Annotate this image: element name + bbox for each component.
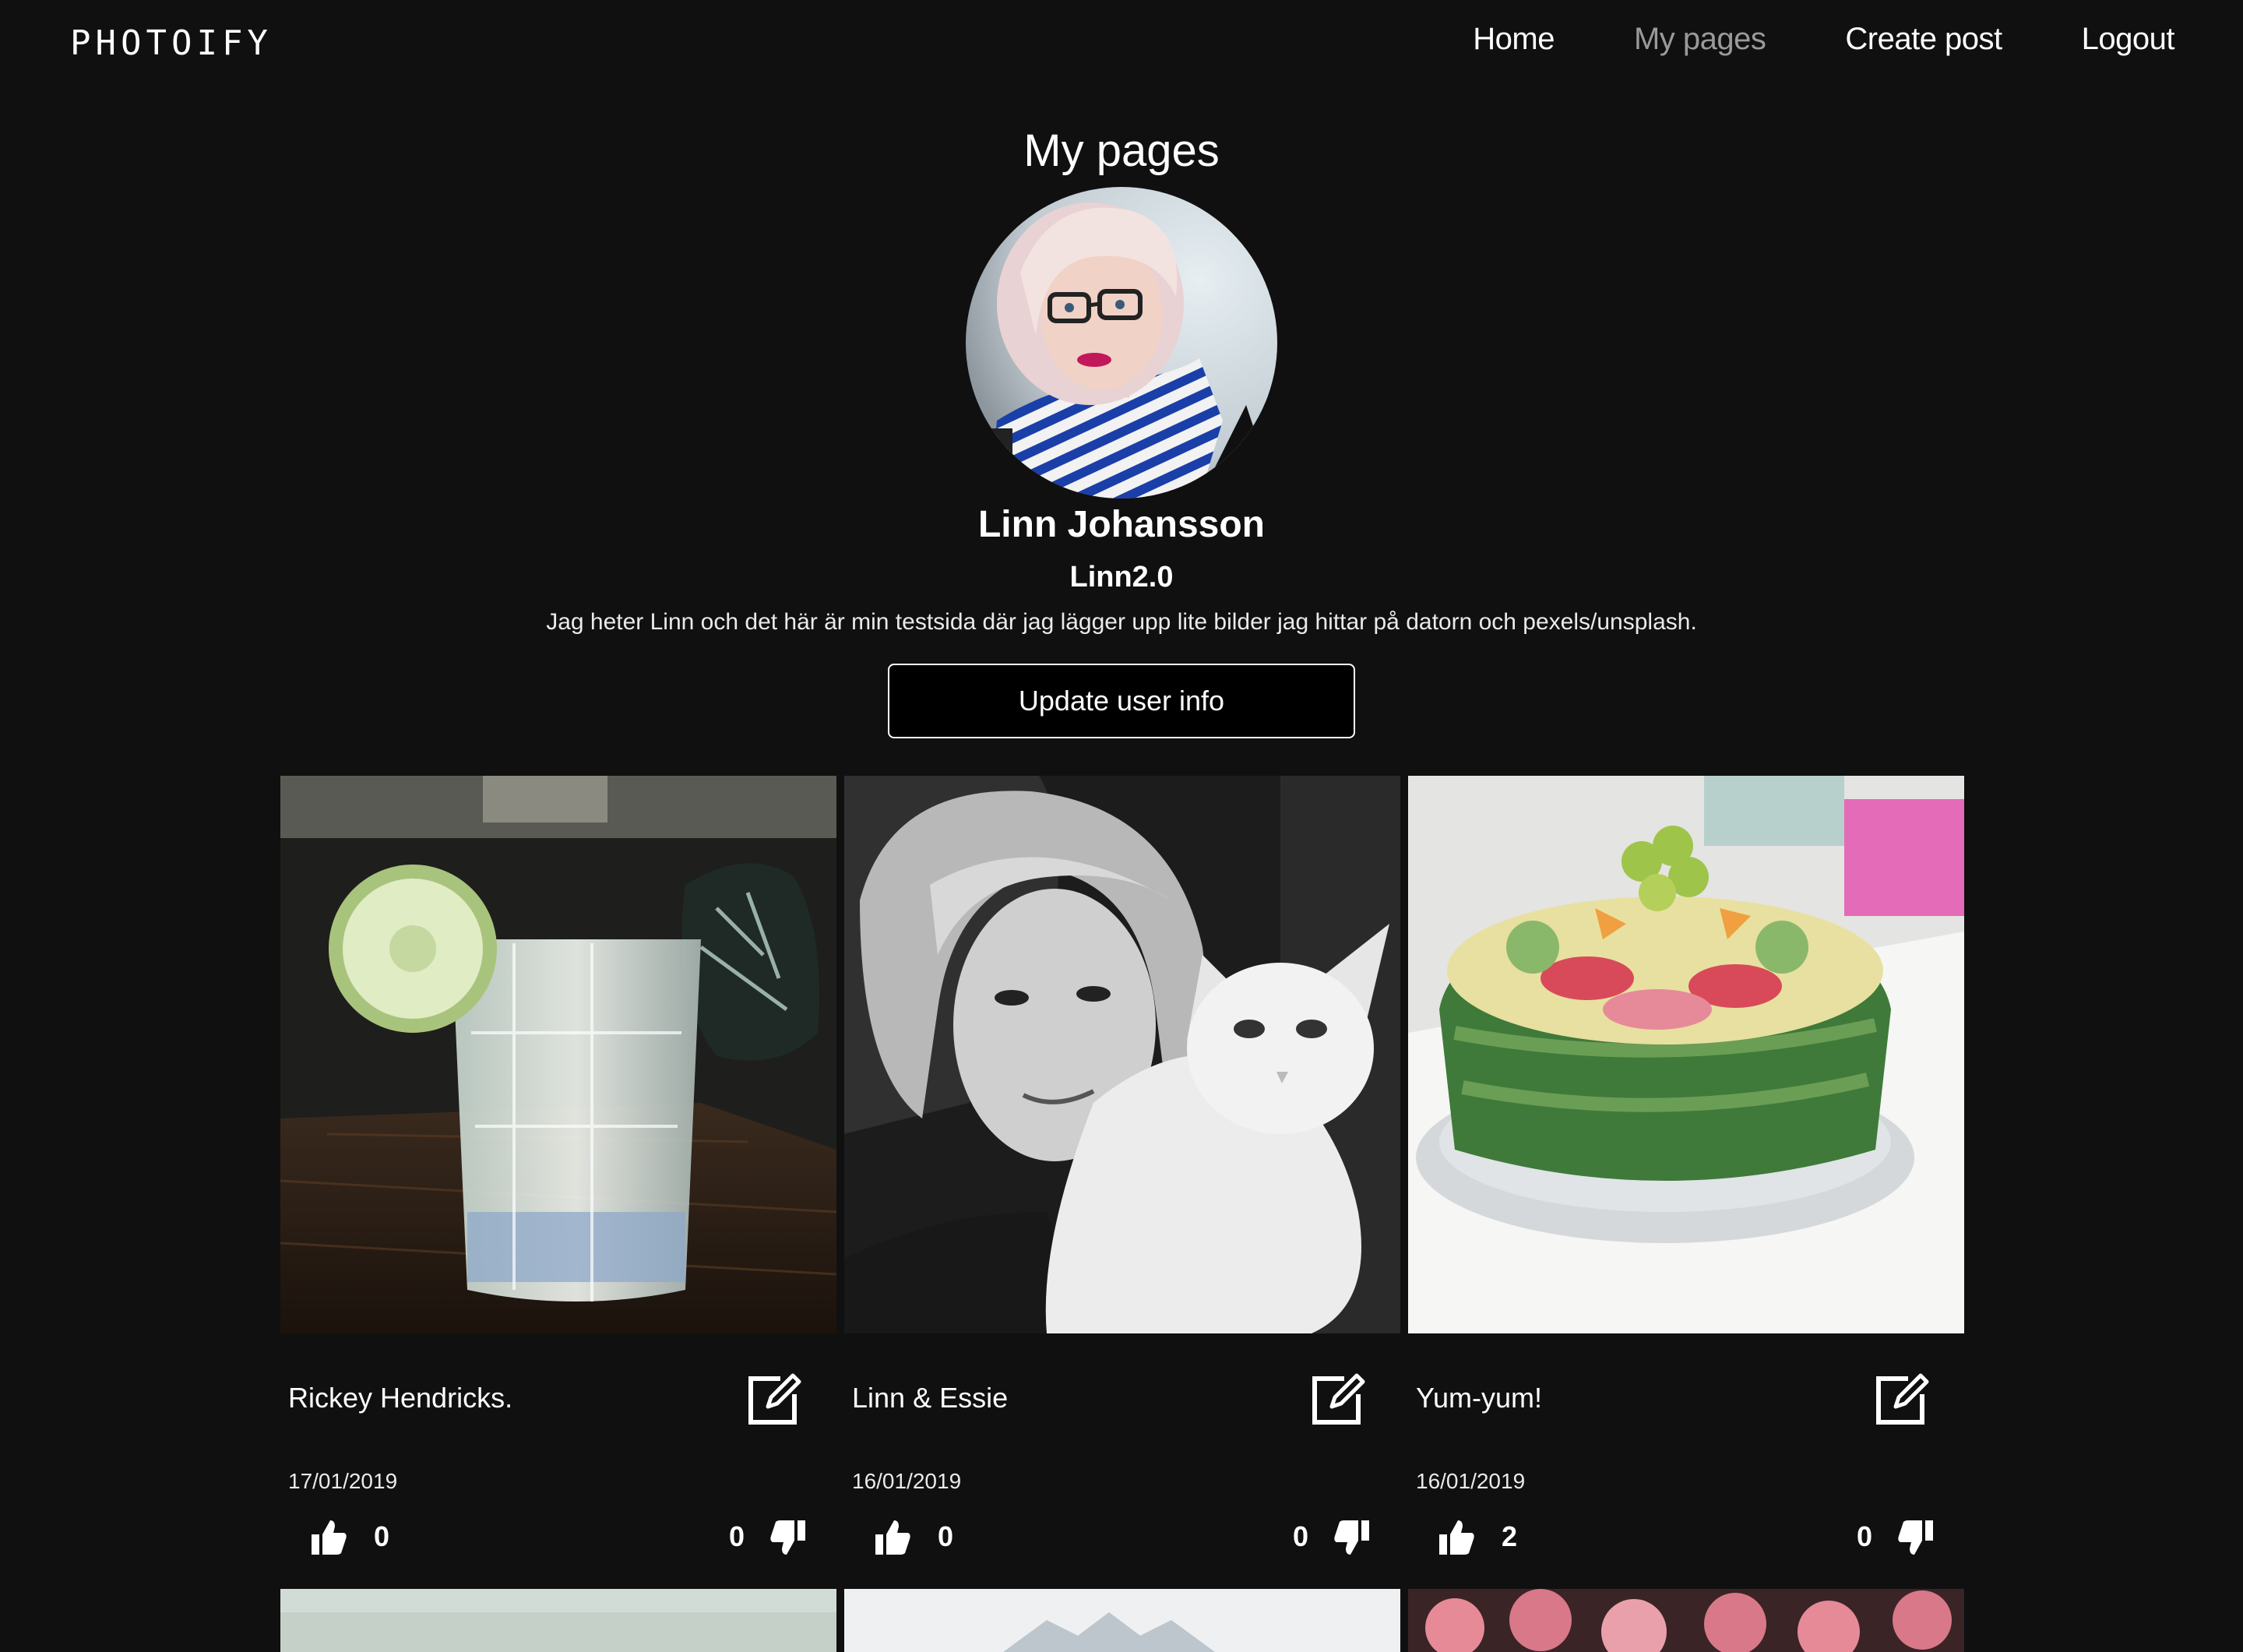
post-date: 16/01/2019 <box>852 1469 962 1493</box>
nav-my-pages-link[interactable]: My pages <box>1634 22 1766 57</box>
dislike-count: 0 <box>1292 1520 1308 1552</box>
post-title: Linn & Essie <box>852 1382 1009 1414</box>
cocktail-photo <box>280 776 836 1333</box>
thumbs-up-icon[interactable] <box>872 1517 913 1558</box>
like-count: 0 <box>374 1520 390 1552</box>
post-image-partial[interactable] <box>280 1589 836 1652</box>
thumbs-up-icon[interactable] <box>1436 1517 1477 1558</box>
post-image[interactable] <box>1408 776 1964 1333</box>
post-card: Rickey Hendricks. 17/01/2019 0 0 <box>280 776 836 1589</box>
edit-icon[interactable] <box>1872 1369 1931 1428</box>
nav-home-link[interactable]: Home <box>1473 22 1555 57</box>
user-username: Linn2.0 <box>1069 561 1174 594</box>
navbar: PHOTOIFY Home My pages Create post Logou… <box>0 0 2243 90</box>
sandwich-cake-photo <box>1408 776 1964 1333</box>
nav-create-post-link[interactable]: Create post <box>1845 22 2002 57</box>
post-date: 16/01/2019 <box>1416 1469 1526 1493</box>
post-title: Rickey Hendricks. <box>288 1382 513 1414</box>
post-image[interactable] <box>844 776 1400 1333</box>
user-full-name: Linn Johansson <box>977 504 1265 545</box>
logo[interactable]: PHOTOIFY <box>70 23 273 63</box>
post-image[interactable] <box>280 776 836 1333</box>
dislike-count: 0 <box>728 1520 745 1552</box>
post-title: Yum-yum! <box>1416 1382 1543 1414</box>
woman-with-cat-photo <box>844 776 1400 1333</box>
post-date: 17/01/2019 <box>288 1469 398 1493</box>
dislike-count: 0 <box>1856 1520 1872 1552</box>
edit-icon[interactable] <box>1308 1369 1368 1428</box>
nav-logout-link[interactable]: Logout <box>2082 22 2175 57</box>
avatar-photo <box>966 187 1277 498</box>
like-count: 0 <box>938 1520 954 1552</box>
like-count: 2 <box>1502 1520 1518 1552</box>
edit-icon[interactable] <box>745 1369 804 1428</box>
thumbs-down-icon[interactable] <box>1896 1517 1936 1558</box>
post-image-partial[interactable] <box>1408 1589 1964 1652</box>
thumbs-down-icon[interactable] <box>1332 1517 1372 1558</box>
update-user-info-button[interactable]: Update user info <box>888 664 1355 738</box>
page-title: My pages <box>1023 125 1220 176</box>
thumbs-down-icon[interactable] <box>768 1517 808 1558</box>
post-image-partial[interactable] <box>844 1589 1400 1652</box>
thumbs-up-icon[interactable] <box>308 1517 349 1558</box>
user-bio: Jag heter Linn och det här är min testsi… <box>546 609 1697 635</box>
nav-links: Home My pages Create post Logout <box>1393 22 2174 57</box>
post-card: Yum-yum! 16/01/2019 2 0 <box>1408 776 1964 1589</box>
avatar <box>966 187 1277 498</box>
post-card: Linn & Essie 16/01/2019 0 0 <box>844 776 1400 1589</box>
